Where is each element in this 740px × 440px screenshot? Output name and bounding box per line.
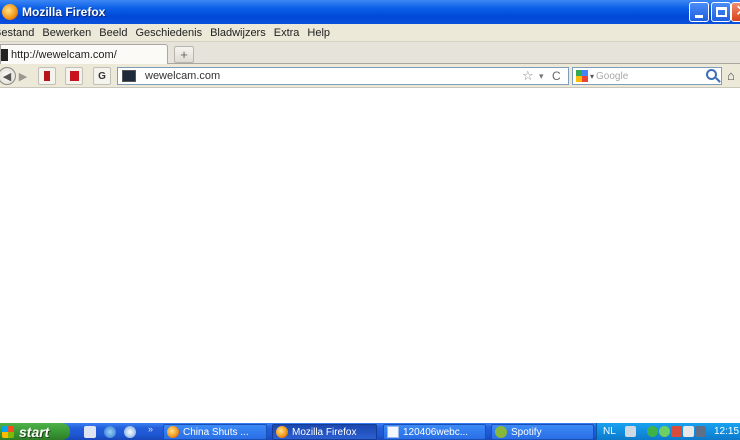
- url-text[interactable]: wewelcam.com: [145, 70, 220, 82]
- menu-bestand[interactable]: Bestand: [0, 27, 34, 39]
- language-indicator[interactable]: NL: [603, 426, 616, 437]
- tab-strip: http://wewelcam.com/ +: [0, 42, 740, 64]
- home-button[interactable]: ⌂: [727, 68, 740, 84]
- taskbar-button-mozilla-firefox[interactable]: Mozilla Firefox: [272, 424, 377, 440]
- page-icon: [1, 48, 8, 61]
- page-content[interactable]: [0, 89, 740, 423]
- search-bar[interactable]: ▾: [572, 67, 722, 85]
- spotify-icon: [495, 426, 507, 438]
- bookmark-extension-button[interactable]: [38, 67, 56, 85]
- site-icon: [122, 70, 136, 82]
- close-button[interactable]: ✕: [731, 2, 740, 22]
- windows-logo-icon: [2, 425, 14, 438]
- document-icon: [387, 426, 399, 438]
- security-icon[interactable]: [671, 426, 682, 437]
- url-dropdown-icon[interactable]: ▾: [539, 68, 544, 84]
- red-extension-button[interactable]: [65, 67, 83, 85]
- window-titlebar[interactable]: Mozilla Firefox ✕: [0, 0, 740, 24]
- taskbar: start » China Shuts ... Mozilla Firefox …: [0, 423, 740, 440]
- forward-button[interactable]: ▶: [16, 67, 30, 85]
- menu-geschiedenis[interactable]: Geschiedenis: [135, 27, 202, 39]
- reload-icon[interactable]: C: [552, 68, 561, 84]
- tab-wewelcam[interactable]: http://wewelcam.com/: [0, 44, 168, 64]
- maximize-button[interactable]: [711, 2, 731, 22]
- home-icon: ⌂: [727, 68, 735, 83]
- display-icon[interactable]: [695, 426, 706, 437]
- search-icon[interactable]: [706, 69, 717, 80]
- close-icon: ✕: [735, 3, 740, 21]
- maximize-icon: [716, 7, 727, 17]
- quicklaunch-more-icon[interactable]: »: [148, 424, 153, 434]
- taskbar-button-label: China Shuts ...: [183, 426, 249, 438]
- firefox-icon: [167, 426, 179, 438]
- taskbar-button-spotify[interactable]: Spotify: [491, 424, 594, 440]
- start-label: start: [19, 423, 50, 440]
- menu-beeld[interactable]: Beeld: [99, 27, 127, 39]
- back-button[interactable]: ◀: [0, 67, 16, 85]
- messenger-icon[interactable]: [659, 426, 670, 437]
- taskbar-button-label: Mozilla Firefox: [292, 426, 357, 438]
- clock[interactable]: 12:15: [714, 426, 739, 437]
- taskbar-button-label: 120406webc...: [403, 426, 469, 438]
- engine-dropdown-icon[interactable]: ▾: [590, 72, 594, 81]
- browser-quicklaunch-icon[interactable]: [104, 426, 116, 438]
- network-icon[interactable]: [647, 426, 658, 437]
- tab-title: http://wewelcam.com/: [11, 48, 117, 61]
- menu-bewerken[interactable]: Bewerken: [42, 27, 91, 39]
- back-arrow-icon: ◀: [2, 70, 12, 83]
- star-icon[interactable]: ☆: [522, 68, 534, 84]
- window-title: Mozilla Firefox: [22, 5, 106, 19]
- search-input[interactable]: [596, 70, 697, 82]
- show-desktop-icon[interactable]: [84, 426, 96, 438]
- minimize-button[interactable]: [689, 2, 709, 22]
- google-icon[interactable]: [576, 70, 588, 82]
- bookmark-icon: [44, 71, 50, 81]
- forward-arrow-icon: ▶: [18, 70, 28, 83]
- menu-bar: Bestand Bewerken Beeld Geschiedenis Blad…: [0, 24, 740, 42]
- taskbar-button-document[interactable]: 120406webc...: [383, 424, 486, 440]
- g-icon: G: [98, 70, 106, 82]
- volume-icon[interactable]: [683, 426, 694, 437]
- keyboard-icon[interactable]: [625, 426, 636, 437]
- start-button[interactable]: start: [0, 423, 70, 440]
- navigation-toolbar: ◀ ▶ G wewelcam.com ☆ ▾ C ▾ ⌂: [0, 64, 740, 88]
- firefox-icon: [276, 426, 288, 438]
- system-tray: NL 12:15: [596, 423, 740, 440]
- taskbar-button-china-shuts[interactable]: China Shuts ...: [163, 424, 267, 440]
- address-bar[interactable]: wewelcam.com ☆ ▾ C: [117, 67, 569, 85]
- menu-bladwijzers[interactable]: Bladwijzers: [210, 27, 266, 39]
- taskbar-button-label: Spotify: [511, 426, 542, 438]
- extension-icon: [69, 71, 79, 81]
- firefox-icon: [2, 4, 18, 20]
- menu-help[interactable]: Help: [307, 27, 330, 39]
- minimize-icon: [695, 15, 703, 18]
- new-tab-button[interactable]: +: [174, 46, 194, 63]
- menu-extra[interactable]: Extra: [274, 27, 300, 39]
- g-extension-button[interactable]: G: [93, 67, 111, 85]
- media-quicklaunch-icon[interactable]: [124, 426, 136, 438]
